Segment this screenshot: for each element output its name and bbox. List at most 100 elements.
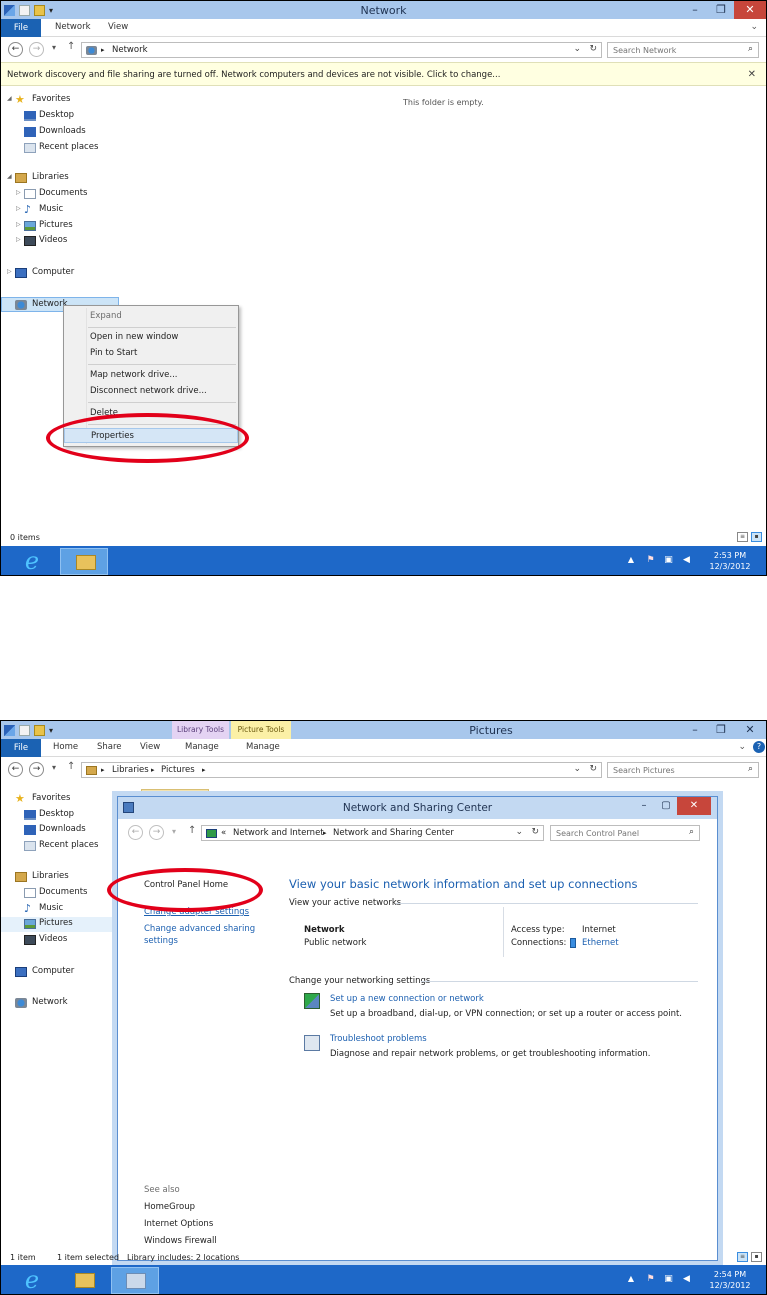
minimize-button[interactable]: – xyxy=(682,721,708,739)
search-input[interactable] xyxy=(608,763,758,777)
search-box[interactable]: ⌕ xyxy=(607,762,759,778)
link-control-panel-home[interactable]: Control Panel Home xyxy=(144,880,228,890)
link-ethernet[interactable]: Ethernet xyxy=(582,938,619,948)
nsc-minimize-button[interactable]: – xyxy=(633,797,655,815)
address-bar[interactable]: ▸ Network ⌄ ↻ xyxy=(81,42,602,58)
link-change-adapter-settings[interactable]: Change adapter settings xyxy=(144,907,249,917)
nsc-maximize-button[interactable]: ▢ xyxy=(655,797,677,815)
refresh-icon[interactable]: ↻ xyxy=(531,827,539,837)
large-icons-view-icon[interactable]: ▪ xyxy=(751,1252,762,1262)
search-icon[interactable]: ⌕ xyxy=(689,827,694,837)
internet-explorer-icon[interactable]: e xyxy=(15,548,49,574)
address-dropdown-icon[interactable]: ⌄ xyxy=(573,44,581,54)
tab-picture-manage[interactable]: Manage xyxy=(246,742,280,752)
help-icon[interactable]: ? xyxy=(753,741,765,753)
expand-ribbon-icon[interactable]: ⌄ xyxy=(750,22,758,32)
expand-icon[interactable]: ▷ xyxy=(7,268,12,275)
show-hidden-icons-icon[interactable]: ▲ xyxy=(628,555,634,564)
expand-icon[interactable]: ▷ xyxy=(16,205,21,212)
menu-item-delete[interactable]: Delete xyxy=(64,406,238,421)
breadcrumb-pictures[interactable]: Pictures xyxy=(161,765,195,775)
nav-downloads[interactable]: Downloads xyxy=(1,125,119,140)
expand-icon[interactable]: ▷ xyxy=(16,189,21,196)
infobar-close-icon[interactable]: ✕ xyxy=(748,69,756,80)
show-hidden-icons-icon[interactable]: ▲ xyxy=(628,1274,634,1283)
large-icons-view-icon[interactable]: ▪ xyxy=(751,532,762,542)
nsc-search-input[interactable] xyxy=(551,826,699,840)
nav-music[interactable]: ♪ Music xyxy=(1,902,119,917)
action-center-icon[interactable]: ⚑ xyxy=(645,554,656,566)
refresh-icon[interactable]: ↻ xyxy=(589,764,597,774)
expand-ribbon-icon[interactable]: ⌄ xyxy=(738,742,746,752)
file-explorer-taskbar-button[interactable] xyxy=(60,548,108,575)
breadcrumb-overflow-icon[interactable]: « xyxy=(221,828,226,838)
internet-explorer-icon[interactable]: e xyxy=(15,1267,49,1293)
breadcrumb-separator-icon[interactable]: ▸ xyxy=(323,829,327,837)
nav-documents[interactable]: ▷ Documents xyxy=(1,187,119,202)
refresh-icon[interactable]: ↻ xyxy=(589,44,597,54)
network-tray-icon[interactable]: ▣ xyxy=(663,1273,674,1285)
collapse-icon[interactable]: ◢ xyxy=(7,95,12,102)
nav-computer[interactable]: ▷ Computer xyxy=(1,266,119,281)
breadcrumb-separator-icon[interactable]: ▸ xyxy=(151,766,155,774)
nsc-recent-locations-icon[interactable]: ▾ xyxy=(172,827,176,836)
nav-pictures[interactable]: ▷ Pictures xyxy=(1,219,119,234)
nav-network[interactable]: Network xyxy=(1,996,119,1011)
link-internet-options[interactable]: Internet Options xyxy=(144,1219,213,1229)
nav-downloads[interactable]: Downloads xyxy=(1,823,119,838)
tab-view[interactable]: View xyxy=(140,742,160,752)
details-view-icon[interactable]: ≡ xyxy=(737,1252,748,1262)
nsc-address-bar[interactable]: « Network and Internet ▸ Network and Sha… xyxy=(201,825,544,841)
taskbar-clock[interactable]: 2:53 PM 12/3/2012 xyxy=(708,550,752,572)
close-button[interactable]: ✕ xyxy=(734,721,766,739)
nsc-search-box[interactable]: ⌕ xyxy=(550,825,700,841)
nav-libraries[interactable]: ◢ Libraries xyxy=(1,171,119,186)
control-panel-taskbar-button[interactable] xyxy=(111,1267,159,1294)
nav-computer[interactable]: Computer xyxy=(1,965,119,980)
collapse-icon[interactable]: ◢ xyxy=(7,173,12,180)
nav-desktop[interactable]: Desktop xyxy=(1,808,119,823)
link-setup-connection[interactable]: Set up a new connection or network xyxy=(330,994,484,1004)
tab-library-manage[interactable]: Manage xyxy=(185,742,219,752)
nav-documents[interactable]: Documents xyxy=(1,886,119,901)
nav-libraries[interactable]: Libraries xyxy=(1,870,119,885)
network-tray-icon[interactable]: ▣ xyxy=(663,554,674,566)
nav-favorites[interactable]: ★ Favorites xyxy=(1,792,119,807)
link-troubleshoot[interactable]: Troubleshoot problems xyxy=(330,1034,427,1044)
nsc-back-button[interactable]: ← xyxy=(128,825,143,840)
menu-item-open-new-window[interactable]: Open in new window xyxy=(64,330,238,345)
menu-item-expand[interactable]: Expand xyxy=(64,309,238,324)
volume-muted-icon[interactable]: ◀ xyxy=(681,554,692,566)
menu-item-pin-to-start[interactable]: Pin to Start xyxy=(64,346,238,361)
link-windows-firewall[interactable]: Windows Firewall xyxy=(144,1236,217,1246)
nsc-up-button[interactable]: ↑ xyxy=(188,825,196,836)
link-change-advanced-sharing-cont[interactable]: settings xyxy=(144,936,178,946)
breadcrumb-network-and-internet[interactable]: Network and Internet xyxy=(233,828,324,838)
file-explorer-taskbar-button[interactable] xyxy=(60,1267,108,1294)
menu-item-map-network-drive[interactable]: Map network drive... xyxy=(64,368,238,383)
expand-icon[interactable]: ▷ xyxy=(16,221,21,228)
nav-favorites[interactable]: ◢ ★ Favorites xyxy=(1,93,119,108)
taskbar-clock[interactable]: 2:54 PM 12/3/2012 xyxy=(708,1269,752,1291)
expand-icon[interactable]: ▷ xyxy=(16,236,21,243)
nav-desktop[interactable]: Desktop xyxy=(1,109,119,124)
breadcrumb-network-sharing-center[interactable]: Network and Sharing Center xyxy=(333,828,454,838)
menu-item-properties[interactable]: Properties xyxy=(64,428,238,443)
nav-recent-places[interactable]: Recent places xyxy=(1,141,119,156)
nav-pictures[interactable]: Pictures xyxy=(1,917,119,932)
nav-videos[interactable]: Videos xyxy=(1,933,119,948)
action-center-icon[interactable]: ⚑ xyxy=(645,1273,656,1285)
restore-button[interactable]: ❐ xyxy=(708,721,734,739)
breadcrumb-separator-icon[interactable]: ▸ xyxy=(202,766,206,774)
nav-videos[interactable]: ▷ Videos xyxy=(1,234,119,249)
nsc-forward-button[interactable]: → xyxy=(149,825,164,840)
search-box[interactable]: ⌕ xyxy=(607,42,759,58)
menu-item-disconnect-network-drive[interactable]: Disconnect network drive... xyxy=(64,384,238,399)
close-button[interactable]: ✕ xyxy=(734,1,766,19)
link-change-advanced-sharing[interactable]: Change advanced sharing xyxy=(144,924,255,934)
address-bar[interactable]: ▸ Libraries ▸ Pictures ▸ ⌄ ↻ xyxy=(81,762,602,778)
restore-button[interactable]: ❐ xyxy=(708,1,734,19)
link-homegroup[interactable]: HomeGroup xyxy=(144,1202,195,1212)
address-dropdown-icon[interactable]: ⌄ xyxy=(573,764,581,774)
search-icon[interactable]: ⌕ xyxy=(748,44,753,54)
